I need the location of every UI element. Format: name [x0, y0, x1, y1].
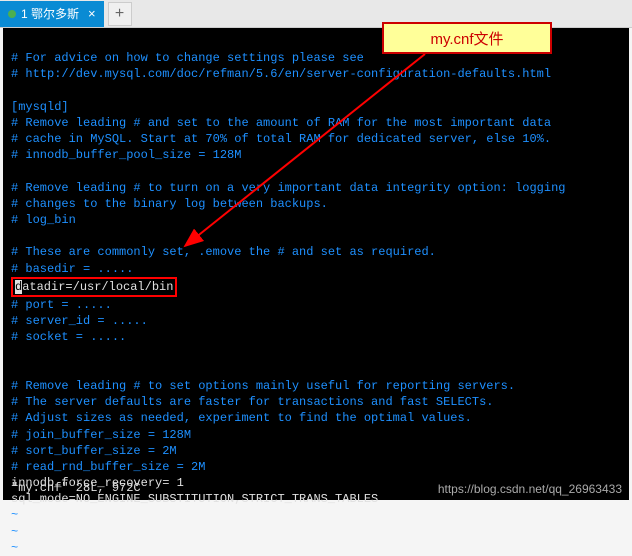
file-line: # These are commonly set, .emove the # a… [11, 245, 436, 259]
terminal-content[interactable]: # For advice on how to change settings p… [3, 28, 629, 500]
file-line: [mysqld] [11, 100, 69, 114]
file-line: # port = ..... [11, 298, 112, 312]
file-line: # server_id = ..... [11, 314, 148, 328]
file-line: # Remove leading # to turn on a very imp… [11, 181, 566, 195]
file-line: # changes to the binary log between back… [11, 197, 328, 211]
watermark: https://blog.csdn.net/qq_26963433 [438, 482, 622, 496]
file-line: # log_bin [11, 213, 76, 227]
file-line: # read_rnd_buffer_size = 2M [11, 460, 205, 474]
file-line: # innodb_buffer_pool_size = 128M [11, 148, 241, 162]
vim-tilde: ~ [11, 541, 18, 555]
file-line: # The server defaults are faster for tra… [11, 395, 493, 409]
file-line: # sort_buffer_size = 2M [11, 444, 177, 458]
file-line: # Adjust sizes as needed, experiment to … [11, 411, 472, 425]
file-line: # join_buffer_size = 128M [11, 428, 191, 442]
add-tab-button[interactable]: + [108, 2, 132, 26]
file-line: # cache in MySQL. Start at 70% of total … [11, 132, 551, 146]
plus-icon: + [115, 5, 125, 23]
vim-status-line: "my.cnf" 28L, 972C [11, 480, 141, 496]
callout-text: my.cnf文件 [430, 28, 503, 49]
close-icon[interactable]: × [88, 6, 96, 21]
file-line: # socket = ..... [11, 330, 126, 344]
vim-tilde: ~ [11, 525, 18, 539]
file-line: # For advice on how to change settings p… [11, 51, 364, 65]
file-line: # Remove leading # and set to the amount… [11, 116, 551, 130]
file-line: # Remove leading # to set options mainly… [11, 379, 515, 393]
datadir-line: datadir=/usr/local/bin [15, 279, 173, 295]
tab-terminal-1[interactable]: 1 鄂尔多斯 × [0, 1, 104, 27]
vim-tilde: ~ [11, 508, 18, 522]
file-line: # basedir = ..... [11, 262, 133, 276]
connection-status-dot [8, 10, 16, 18]
datadir-highlight-box: datadir=/usr/local/bin [11, 277, 177, 297]
tab-label: 1 鄂尔多斯 [21, 5, 79, 22]
annotation-callout: my.cnf文件 [382, 22, 552, 54]
file-line: # http://dev.mysql.com/doc/refman/5.6/en… [11, 67, 551, 81]
